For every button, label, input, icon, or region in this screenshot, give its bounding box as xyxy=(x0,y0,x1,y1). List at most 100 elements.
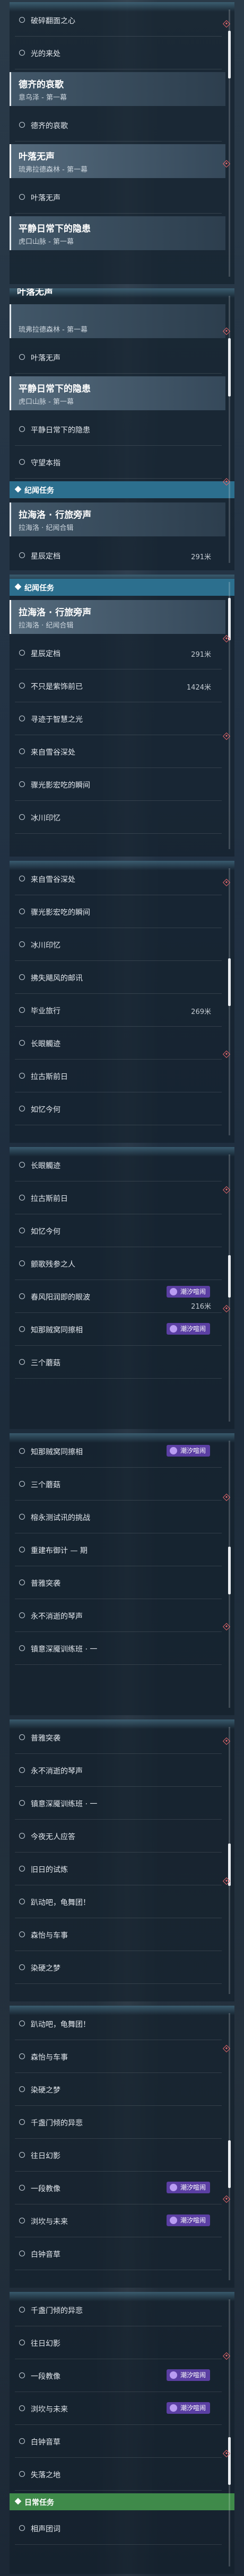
scrollbar-track[interactable] xyxy=(228,868,231,1135)
quest-card[interactable]: 拉海洛 · 行旅旁声 拉海洛 · 纪闻合辑 xyxy=(10,502,225,536)
quest-item[interactable]: 如忆今何 xyxy=(10,1220,222,1241)
quest-item[interactable]: 往日幻影 xyxy=(10,2145,222,2166)
scrollbar-thumb[interactable] xyxy=(228,1255,231,1298)
quest-item[interactable]: 毕业旅行 269米 xyxy=(10,1000,222,1021)
quest-card-cut[interactable]: 叶落无声 xyxy=(10,288,224,302)
quest-item[interactable]: 森怡与车事 xyxy=(10,1924,222,1945)
quest-item[interactable]: 如忆今何 xyxy=(10,1098,222,1119)
quest-item[interactable]: 镇意深魇训练班 · 一 xyxy=(10,1793,222,1814)
quest-card[interactable]: 琉弗拉德森林 - 第一幕 xyxy=(10,304,225,338)
quest-item[interactable]: 星辰定档 291米 xyxy=(10,642,222,664)
quest-item[interactable]: 不只是紫饰前已 1424米 xyxy=(10,675,222,696)
quest-item[interactable]: 骤光影宏吃的瞬间 xyxy=(10,901,222,922)
quest-item[interactable]: 相声团词 xyxy=(10,2518,222,2539)
quest-item[interactable]: 趴动吧，龟舞团！ xyxy=(10,1891,222,1912)
scrollbar-track[interactable] xyxy=(228,10,231,277)
quest-card-subtitle: 虎口山脉 - 第一幕 xyxy=(19,398,74,406)
quest-item[interactable]: 拉古斯前日 xyxy=(10,1187,222,1208)
quest-item[interactable]: 知那贼窝同擦相 潮汐喧闹 xyxy=(10,1441,222,1462)
quest-item[interactable]: 长眼觸迹 xyxy=(10,1033,222,1054)
quest-item[interactable]: 光的来处 xyxy=(10,42,222,64)
quest-item[interactable]: 守望本指 xyxy=(10,452,222,473)
quest-item[interactable]: 千盏门倾的异悲 xyxy=(10,2112,222,2133)
quest-card[interactable]: 叶落无声 琉弗拉德森林 - 第一幕 xyxy=(10,144,225,178)
quest-item[interactable]: 长眼觸迹 xyxy=(10,1154,222,1176)
tide-icon xyxy=(169,1325,177,1333)
quest-label: 春风阳润即的眼波 xyxy=(31,1293,90,1302)
scrollbar-thumb[interactable] xyxy=(228,2437,231,2485)
quest-item[interactable]: 冰川印忆 xyxy=(10,807,222,828)
quest-item[interactable]: 普雅突袭 xyxy=(10,1727,222,1748)
scrollbar-track[interactable] xyxy=(228,296,231,563)
scrollbar-track[interactable] xyxy=(228,2299,231,2566)
quest-item[interactable]: 染硬之梦 xyxy=(10,1957,222,1978)
quest-card[interactable]: 平静日常下的隐患 虎口山脉 - 第一幕 xyxy=(10,216,225,250)
quest-item[interactable]: 今夜无人应答 xyxy=(10,1825,222,1847)
quest-label: 长眼觸迹 xyxy=(31,1162,60,1170)
quest-label: 浏坎与未来 xyxy=(31,2405,68,2414)
quest-item[interactable]: 叶落无声 xyxy=(10,187,222,208)
scrollbar-thumb[interactable] xyxy=(228,31,231,78)
scrollbar-thumb[interactable] xyxy=(228,598,231,640)
quest-item[interactable]: 浏坎与未来 潮汐喧闹 xyxy=(10,2398,222,2419)
quest-item[interactable]: 冰川印忆 xyxy=(10,934,222,955)
quest-item[interactable]: 来自雪谷深处 xyxy=(10,868,222,889)
quest-item[interactable]: 千盏门倾的异悲 xyxy=(10,2299,222,2321)
quest-item[interactable]: 森怡与车事 xyxy=(10,2046,222,2067)
quest-item[interactable]: 趴动吧，龟舞团！ xyxy=(10,2013,222,2034)
quest-item[interactable]: 永不消逝的琴声 xyxy=(10,1760,222,1781)
scrollbar-thumb[interactable] xyxy=(228,338,231,396)
quest-card[interactable]: 平静日常下的隐患 虎口山脉 - 第一幕 xyxy=(10,376,225,410)
circle-icon xyxy=(19,1734,25,1740)
quest-item[interactable]: 春风阳润即的眼波 潮汐喧闹 216米 xyxy=(10,1286,222,1311)
quest-item[interactable]: 失落之地 xyxy=(10,2464,222,2485)
quest-item[interactable]: 颤歌残参之人 xyxy=(10,1253,222,1274)
quest-item[interactable]: 白钟音草 xyxy=(10,2431,222,2452)
quest-item[interactable]: 拉古斯前日 xyxy=(10,1065,222,1087)
scrollbar-thumb[interactable] xyxy=(228,958,231,1006)
quest-item[interactable]: 重建布御计 — 期 xyxy=(10,1539,222,1560)
quest-item[interactable]: 一段教像 潮汐喧闹 xyxy=(10,2177,222,2199)
quest-item[interactable]: 往日幻影 xyxy=(10,2332,222,2353)
quest-item[interactable]: 榕永测试讯的挑战 xyxy=(10,1506,222,1528)
quest-item[interactable]: 染硬之梦 xyxy=(10,2079,222,2100)
quest-item[interactable]: 白钟音草 xyxy=(10,2243,222,2264)
quest-item[interactable]: 来自雪谷深处 xyxy=(10,741,222,762)
quest-item[interactable]: 一段教像 潮汐喧闹 xyxy=(10,2365,222,2386)
scrollbar-track[interactable] xyxy=(228,1441,231,1708)
quest-item[interactable]: 星辰定档 291米 xyxy=(10,545,222,566)
quest-item[interactable]: 平静日常下的隐患 xyxy=(10,419,222,440)
quest-panel: 纪闻任务 拉海洛 · 行旅旁声 拉海洛 · 纪闻合辑 星辰定档 291米 不只是紫饰前已 1… xyxy=(10,575,234,857)
quest-label: 镇意深魇训练班 · 一 xyxy=(31,1645,98,1654)
quest-item[interactable]: 三个蘑菇 xyxy=(10,1352,222,1373)
quest-item[interactable]: 旧日的试炼 xyxy=(10,1858,222,1880)
scrollbar-track[interactable] xyxy=(228,582,231,849)
quest-item[interactable]: 浏坎与未来 潮汐喧闹 xyxy=(10,2210,222,2231)
quest-item[interactable]: 拂失飓风的邮讯 xyxy=(10,967,222,988)
circle-icon xyxy=(19,1260,25,1266)
scrollbar-track[interactable] xyxy=(228,1154,231,1422)
quest-item[interactable]: 破碎翻面之心 xyxy=(10,10,222,31)
circle-icon xyxy=(19,1964,25,1970)
quest-item[interactable]: 永不消逝的琴声 xyxy=(10,1605,222,1626)
quest-item[interactable]: 三个蘑菇 xyxy=(10,1474,222,1495)
scrollbar-track[interactable] xyxy=(228,1727,231,1994)
scrollbar-thumb[interactable] xyxy=(228,2140,231,2188)
quest-card[interactable]: 德齐的哀歌 意乌泽 - 第一幕 xyxy=(10,72,225,106)
quest-label: 一段教像 xyxy=(31,2185,60,2193)
quest-item[interactable]: 普雅突袭 xyxy=(10,1572,222,1593)
quest-item[interactable]: 镇意深魇训练班 · 一 xyxy=(10,1638,222,1659)
quest-item[interactable]: 叶落无声 xyxy=(10,347,222,368)
quest-item[interactable]: 寻迹于智慧之光 xyxy=(10,708,222,729)
quest-item[interactable]: 德齐的哀歌 xyxy=(10,114,222,136)
quest-item[interactable]: 骤光影宏吃的瞬间 xyxy=(10,774,222,795)
circle-icon xyxy=(19,2119,25,2125)
scrollbar-track[interactable] xyxy=(228,2013,231,2280)
divider xyxy=(15,1059,222,1060)
scrollbar-thumb[interactable] xyxy=(228,1547,231,1594)
circle-icon xyxy=(19,2152,25,2158)
quest-item[interactable]: 知那贼窝同擦相 潮汐喧闹 xyxy=(10,1319,222,1340)
quest-card[interactable]: 拉海洛 · 行旅旁声 拉海洛 · 纪闻合辑 xyxy=(10,600,225,634)
circle-icon xyxy=(19,426,25,432)
divider xyxy=(15,2105,222,2106)
